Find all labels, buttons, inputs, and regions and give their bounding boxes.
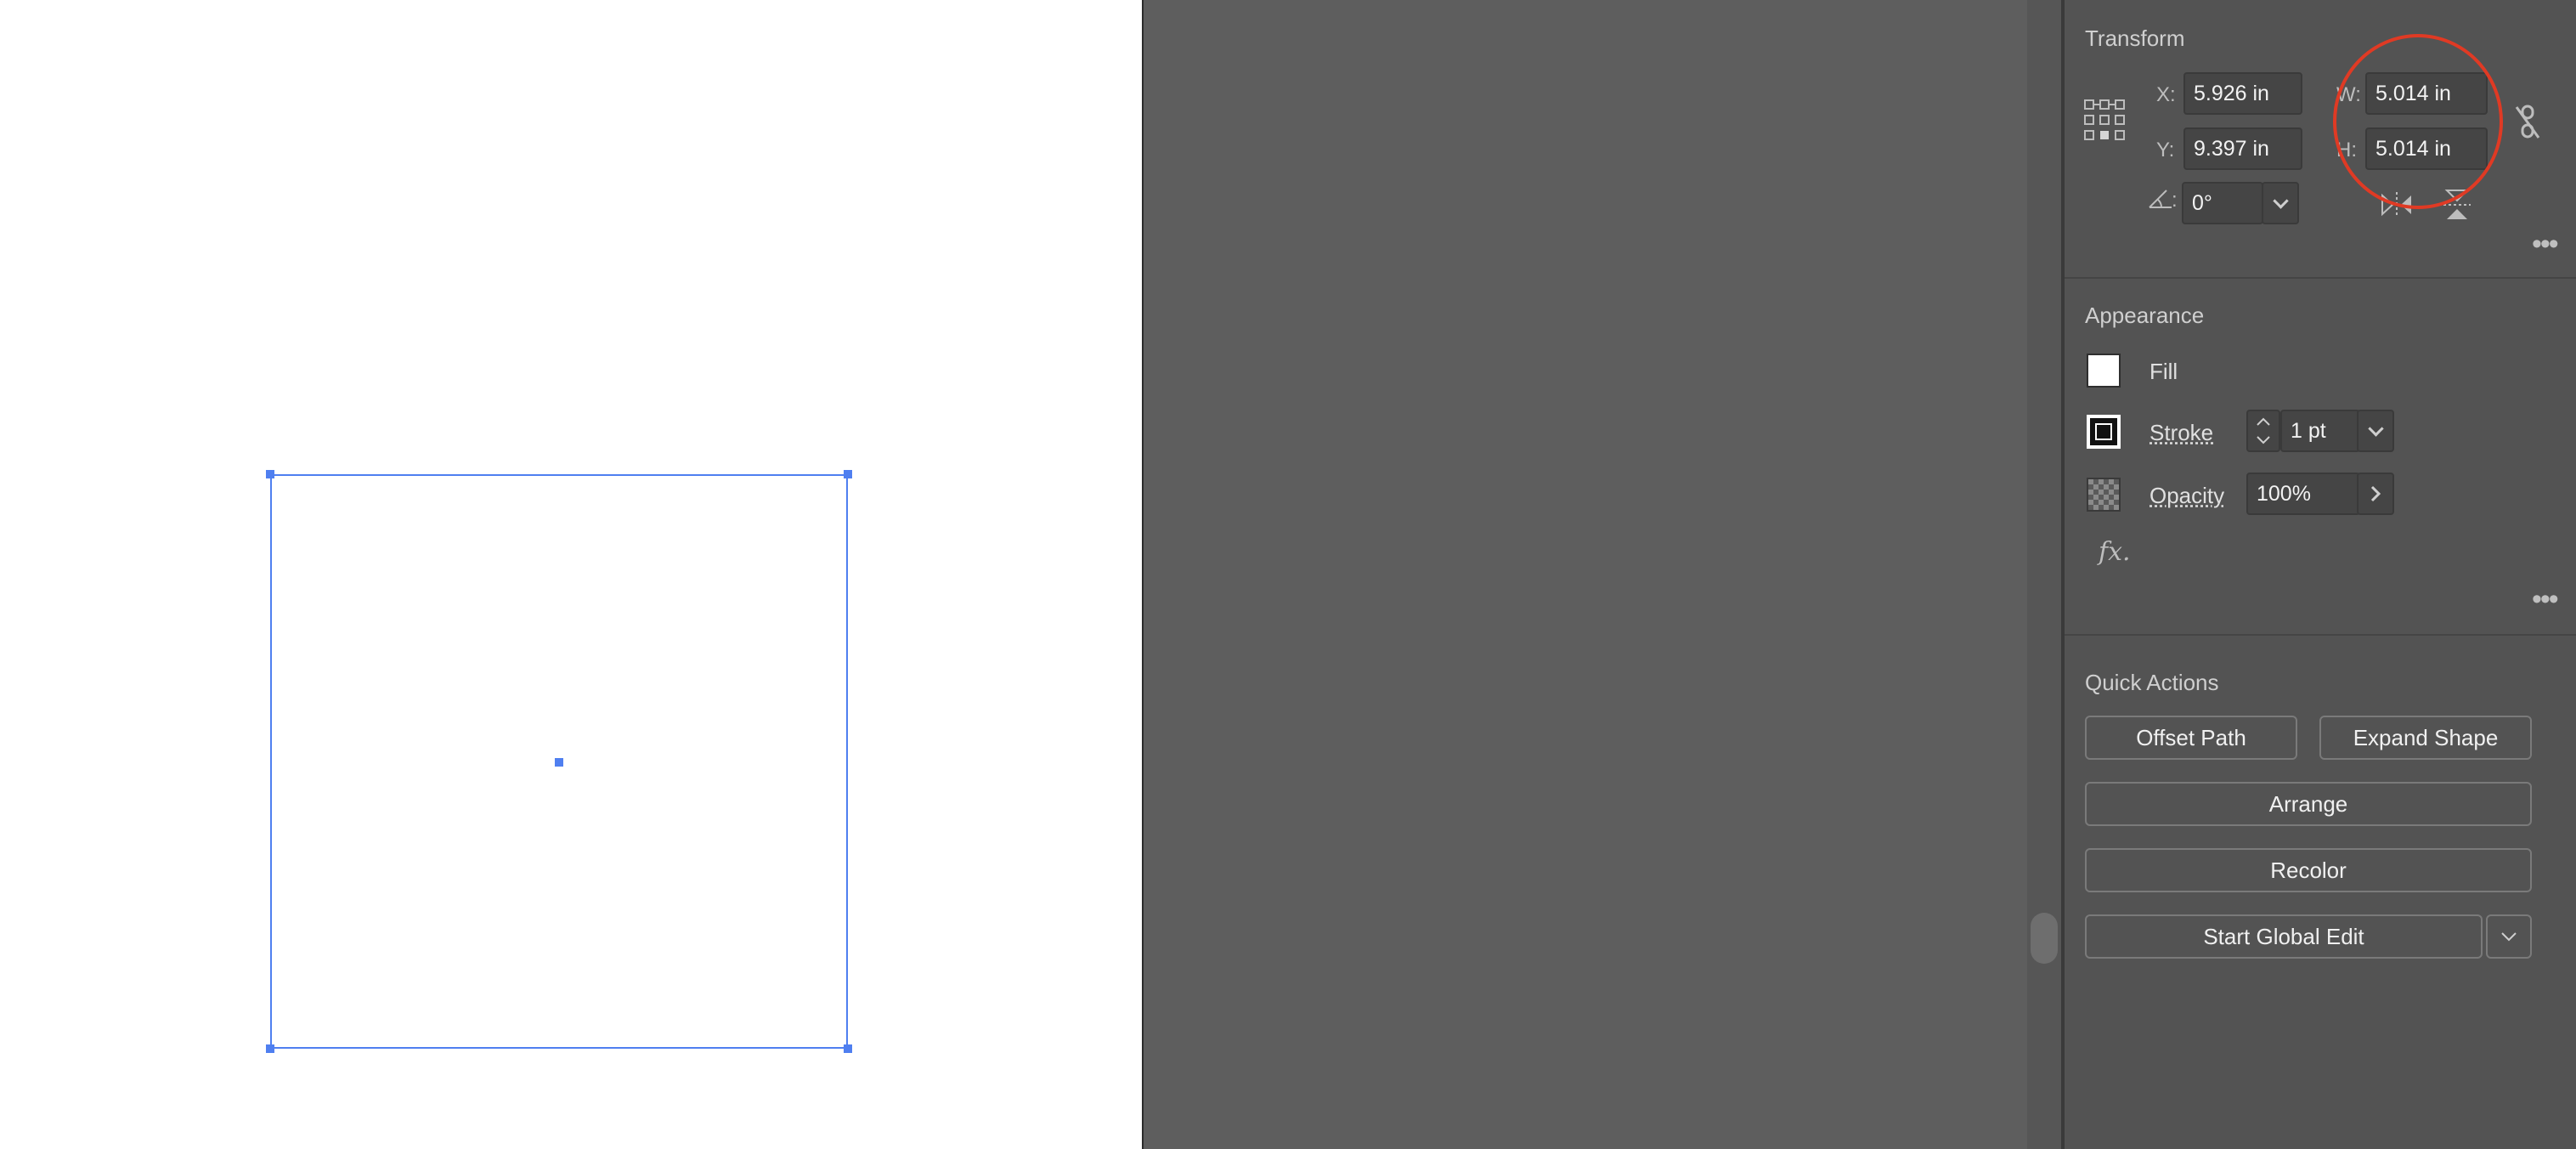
link-proportions-icon[interactable] [2515, 104, 2542, 141]
fill-swatch[interactable] [2087, 354, 2121, 388]
artboard[interactable] [0, 0, 1142, 1149]
fill-label: Fill [2149, 359, 2178, 384]
scrollbar-thumb[interactable] [2031, 913, 2058, 964]
pasteboard[interactable] [1144, 0, 2027, 1149]
global-edit-options-button[interactable] [2486, 914, 2532, 959]
opacity-expand-button[interactable] [2357, 473, 2394, 515]
divider [2065, 277, 2576, 279]
transform-title: Transform [2085, 25, 2185, 51]
appearance-more-options-icon[interactable]: ••• [2532, 583, 2559, 616]
opacity-label[interactable]: Opacity [2149, 483, 2224, 509]
y-field[interactable]: 9.397 in [2183, 127, 2302, 170]
opacity-field[interactable]: 100% [2246, 473, 2360, 515]
y-label: Y: [2156, 139, 2175, 161]
stroke-weight-dropdown[interactable] [2357, 410, 2394, 452]
handle-top-right[interactable] [844, 470, 852, 478]
x-label: X: [2156, 83, 2176, 106]
expand-shape-button[interactable]: Expand Shape [2319, 716, 2532, 760]
x-field[interactable]: 5.926 in [2183, 72, 2302, 115]
quick-actions-title: Quick Actions [2085, 670, 2219, 695]
offset-path-button[interactable]: Offset Path [2085, 716, 2297, 760]
fx-effects-icon[interactable]: fx. [2099, 537, 2131, 567]
vertical-scrollbar[interactable] [2027, 0, 2061, 1149]
angle-dropdown[interactable] [2262, 182, 2299, 224]
chevron-right-icon [2370, 485, 2381, 502]
start-global-edit-button[interactable]: Start Global Edit [2085, 914, 2483, 959]
handle-bottom-left[interactable] [266, 1044, 274, 1053]
angle-label: : [2172, 189, 2178, 212]
stroke-label[interactable]: Stroke [2149, 420, 2213, 446]
transform-more-options-icon[interactable]: ••• [2532, 228, 2559, 261]
angle-field[interactable]: 0° [2182, 182, 2263, 224]
handle-bottom-right[interactable] [844, 1044, 852, 1053]
chevron-down-icon [2501, 932, 2517, 942]
annotation-circle [2333, 34, 2503, 209]
properties-panel: Transform X: 5.926 in Y: 9.397 in W: 5.0… [2065, 0, 2576, 1149]
appearance-title: Appearance [2085, 303, 2205, 328]
stroke-swatch[interactable] [2087, 415, 2121, 449]
arrange-button[interactable]: Arrange [2085, 782, 2532, 826]
reference-point-icon[interactable] [2083, 99, 2126, 143]
stroke-stepper[interactable] [2246, 410, 2280, 452]
handle-top-left[interactable] [266, 470, 274, 478]
divider [2065, 634, 2576, 636]
stroke-weight-field[interactable]: 1 pt [2280, 410, 2360, 452]
opacity-swatch [2087, 478, 2121, 512]
recolor-button[interactable]: Recolor [2085, 848, 2532, 892]
center-point [555, 758, 563, 767]
